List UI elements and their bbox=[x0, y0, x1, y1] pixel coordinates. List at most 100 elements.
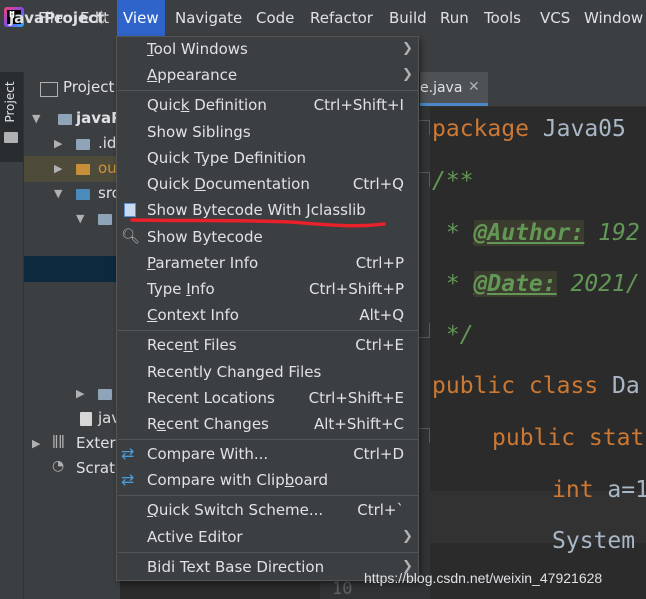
menu-window[interactable]: Window bbox=[584, 0, 643, 36]
tree-node-external-libs[interactable]: ▶ ǁǁ Extern bbox=[24, 431, 125, 457]
menu-item-compare-with[interactable]: ⇄ Compare With... Ctrl+D bbox=[117, 441, 418, 467]
tree-node-java-file[interactable]: java bbox=[24, 406, 129, 432]
folder-icon bbox=[76, 164, 90, 175]
menu-separator bbox=[118, 439, 418, 440]
breadcrumb-project[interactable]: javaProject bbox=[9, 0, 104, 36]
code-keyword: package bbox=[432, 116, 529, 142]
chevron-right-icon: ▶ bbox=[54, 137, 63, 150]
menu-item-shortcut: Ctrl+Q bbox=[352, 175, 404, 193]
close-icon[interactable]: ✕ bbox=[468, 79, 480, 95]
chevron-down-icon: ▼ bbox=[76, 212, 85, 225]
watermark-url: https://blog.csdn.net/weixin_47921628 bbox=[364, 570, 603, 586]
chevron-right-icon: ▶ bbox=[32, 437, 41, 450]
scratch-icon: ◔ bbox=[52, 458, 65, 474]
tree-node-scratches[interactable]: ◔ Scrato bbox=[24, 456, 124, 482]
menu-item-tool-windows[interactable]: Tool Windows ❯ bbox=[117, 36, 418, 62]
javadoc-tag: @Date: bbox=[473, 271, 557, 297]
code-line-2[interactable]: /** bbox=[432, 168, 474, 194]
fold-marker-icon[interactable] bbox=[418, 428, 430, 443]
magnifier-icon: 🔍︎ bbox=[121, 227, 141, 245]
menu-item-quick-switch-scheme[interactable]: Quick Switch Scheme... Ctrl+` bbox=[117, 497, 418, 523]
folder-icon bbox=[76, 139, 90, 150]
line-number: 10 bbox=[332, 579, 353, 599]
menu-separator bbox=[118, 552, 418, 553]
fold-marker-icon[interactable] bbox=[418, 323, 430, 338]
menu-item-appearance[interactable]: Appearance ❯ bbox=[117, 62, 418, 88]
menu-item-shortcut: Ctrl+Shift+P bbox=[309, 280, 404, 298]
menu-run[interactable]: Run bbox=[440, 0, 469, 36]
menu-item-label: Recent Locations bbox=[147, 389, 275, 407]
file-icon bbox=[80, 412, 92, 426]
code-keyword: int bbox=[552, 477, 594, 503]
menu-item-label: Quick Documentation bbox=[147, 175, 310, 193]
breadcrumb-separator: 〉 bbox=[100, 9, 116, 27]
menu-item-label: Compare With... bbox=[147, 445, 269, 463]
menu-item-context-info[interactable]: Context Info Alt+Q bbox=[117, 302, 418, 328]
menu-item-parameter-info[interactable]: Parameter Info Ctrl+P bbox=[117, 250, 418, 276]
editor-tab-label[interactable]: e.java bbox=[420, 80, 462, 96]
menu-item-label: Context Info bbox=[147, 306, 239, 324]
tree-node-out[interactable]: ▶ ou bbox=[24, 156, 120, 182]
code-line-3[interactable]: * @Author: 192 bbox=[432, 220, 640, 246]
menu-item-label: Quick Switch Scheme... bbox=[147, 501, 324, 519]
code-line-9[interactable]: System bbox=[552, 528, 635, 554]
code-text: a=1 bbox=[593, 477, 646, 503]
menu-item-label: Appearance bbox=[147, 66, 238, 84]
menu-item-recent-locations[interactable]: Recent Locations Ctrl+Shift+E bbox=[117, 385, 418, 411]
code-line-6[interactable]: public class Da bbox=[432, 373, 640, 399]
code-comment: 2021/ bbox=[556, 271, 640, 297]
menu-view[interactable]: View bbox=[117, 0, 165, 36]
fold-marker-icon[interactable] bbox=[418, 120, 430, 135]
tree-node-src[interactable]: ▼ src bbox=[24, 181, 120, 207]
menu-item-quick-documentation[interactable]: Quick Documentation Ctrl+Q bbox=[117, 171, 418, 197]
menu-item-label: Parameter Info bbox=[147, 254, 259, 272]
menu-item-active-editor[interactable]: Active Editor ❯ bbox=[117, 524, 418, 550]
menu-item-show-bytecode[interactable]: 🔍︎ Show Bytecode bbox=[117, 224, 418, 250]
compare-arrows-icon: ⇄ bbox=[121, 444, 135, 463]
menu-item-type-info[interactable]: Type Info Ctrl+Shift+P bbox=[117, 276, 418, 302]
menu-navigate[interactable]: Navigate bbox=[175, 0, 242, 36]
code-line-5[interactable]: */ bbox=[432, 322, 474, 348]
javadoc-tag: @Author: bbox=[473, 220, 585, 246]
code-text: Java05 bbox=[528, 116, 626, 142]
code-line-8[interactable]: int a=1 bbox=[552, 477, 646, 503]
menu-tools[interactable]: Tools bbox=[484, 0, 521, 36]
menu-code[interactable]: Code bbox=[256, 0, 294, 36]
folder-icon bbox=[58, 114, 72, 125]
code-line-7[interactable]: public stat bbox=[492, 425, 644, 451]
menu-item-shortcut: Ctrl+Shift+I bbox=[313, 96, 404, 114]
tree-node-subpackage[interactable]: ▶ bbox=[24, 381, 120, 407]
chevron-right-icon: ▶ bbox=[76, 387, 85, 400]
menu-item-label: Quick Definition bbox=[147, 96, 267, 114]
tree-node-root[interactable]: ▼ javaP bbox=[24, 106, 122, 132]
project-stripe-label[interactable]: Project bbox=[3, 72, 17, 132]
menu-item-compare-with-clipboard[interactable]: ⇄ Compare with Clipboard bbox=[117, 467, 418, 493]
menu-item-recently-changed-files[interactable]: Recently Changed Files bbox=[117, 359, 418, 385]
project-panel-title[interactable]: Project bbox=[63, 78, 114, 96]
menu-item-quick-type-definition[interactable]: Quick Type Definition bbox=[117, 145, 418, 171]
code-line-4[interactable]: * @Date: 2021/ bbox=[432, 271, 640, 297]
code-comment: * bbox=[432, 220, 474, 246]
menu-item-label: Recently Changed Files bbox=[147, 363, 322, 381]
code-line-1[interactable]: package Java05 bbox=[432, 116, 626, 142]
folder-icon bbox=[4, 132, 18, 143]
selected-tree-row[interactable] bbox=[24, 256, 120, 282]
menu-refactor[interactable]: Refactor bbox=[310, 0, 373, 36]
menu-item-label: Show Siblings bbox=[147, 123, 251, 141]
menu-item-show-siblings[interactable]: Show Siblings bbox=[117, 119, 418, 145]
library-icon: ǁǁ bbox=[52, 434, 65, 449]
fold-marker-icon[interactable] bbox=[418, 172, 430, 187]
menu-vcs[interactable]: VCS bbox=[540, 0, 570, 36]
menu-item-shortcut: Ctrl+` bbox=[357, 501, 404, 519]
menu-item-recent-changes[interactable]: Recent Changes Alt+Shift+C bbox=[117, 411, 418, 437]
menu-item-recent-files[interactable]: Recent Files Ctrl+E bbox=[117, 332, 418, 358]
tree-node-idea[interactable]: ▶ .id bbox=[24, 131, 120, 157]
menu-build[interactable]: Build bbox=[389, 0, 427, 36]
menu-item-quick-definition[interactable]: Quick Definition Ctrl+Shift+I bbox=[117, 92, 418, 118]
menu-item-label: Compare with Clipboard bbox=[147, 471, 329, 489]
tree-node-package[interactable]: ▼ bbox=[24, 206, 120, 232]
menu-item-label: Bidi Text Base Direction bbox=[147, 558, 325, 576]
chevron-down-icon: ▼ bbox=[54, 187, 63, 200]
tree-label: .id bbox=[98, 134, 117, 152]
menu-separator bbox=[118, 330, 418, 331]
